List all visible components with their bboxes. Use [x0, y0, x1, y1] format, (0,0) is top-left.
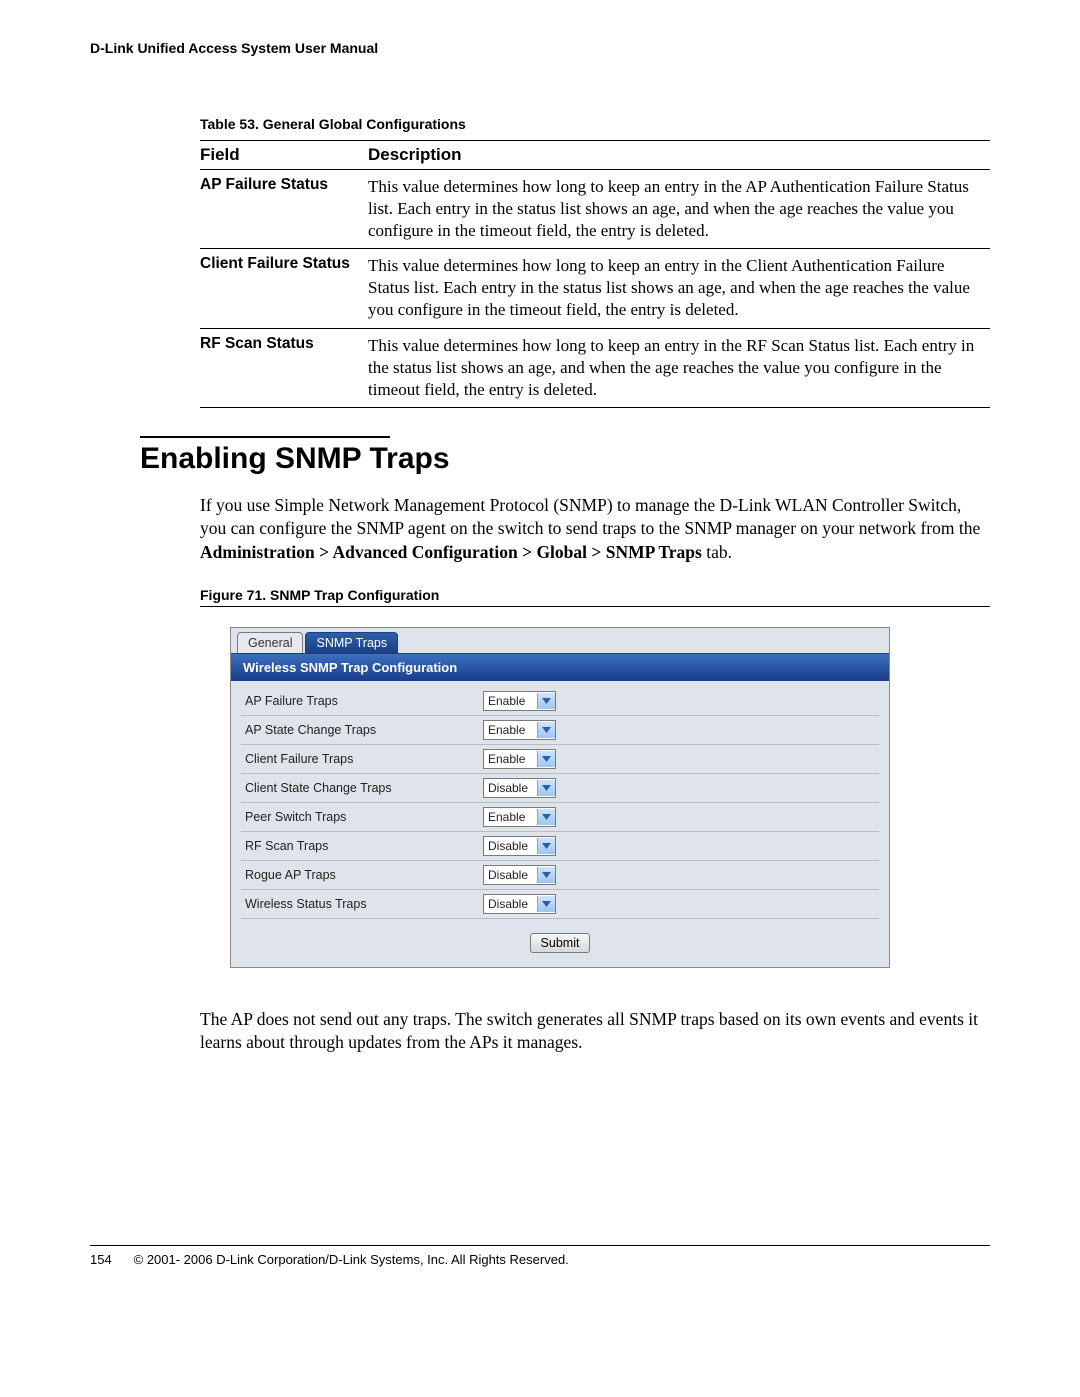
trap-table: AP Failure TrapsEnableAP State Change Tr… [241, 687, 879, 919]
running-header: D-Link Unified Access System User Manual [90, 40, 990, 56]
section-heading: Enabling SNMP Traps [140, 442, 990, 476]
chevron-down-icon[interactable] [537, 693, 555, 709]
copyright: © 2001- 2006 D-Link Corporation/D-Link S… [134, 1252, 569, 1267]
field-rf-scan-status: RF Scan Status [200, 328, 368, 407]
trap-select[interactable]: Enable [483, 691, 556, 711]
col-description: Description [368, 141, 990, 170]
trap-value-cell: Disable [479, 889, 879, 918]
trap-label: AP Failure Traps [241, 687, 479, 716]
trap-row: Rogue AP Traps Disable [241, 860, 879, 889]
chevron-down-icon[interactable] [537, 780, 555, 796]
trap-select-value: Enable [488, 694, 534, 708]
trap-select[interactable]: Disable [483, 778, 556, 798]
trap-label: AP State Change Traps [241, 715, 479, 744]
table-row: Client Failure Status This value determi… [200, 249, 990, 328]
trap-label: RF Scan Traps [241, 831, 479, 860]
trap-row: Peer Switch Traps Enable [241, 802, 879, 831]
desc-client-failure-status: This value determines how long to keep a… [368, 249, 990, 328]
submit-button[interactable]: Submit [530, 933, 591, 953]
trap-value-cell: Enable [479, 744, 879, 773]
table-caption-number: Table 53. [200, 116, 259, 132]
trap-label: Client State Change Traps [241, 773, 479, 802]
trap-select-value: Disable [488, 868, 534, 882]
desc-rf-scan-status: This value determines how long to keep a… [368, 328, 990, 407]
snmp-trap-panel: General SNMP Traps Wireless SNMP Trap Co… [230, 627, 890, 968]
trap-value-cell: Disable [479, 860, 879, 889]
outro-paragraph: The AP does not send out any traps. The … [200, 1008, 990, 1055]
panel-title: Wireless SNMP Trap Configuration [231, 653, 889, 681]
table-caption-title: General Global Configurations [263, 116, 466, 132]
table-row: RF Scan Status This value determines how… [200, 328, 990, 407]
tab-strip: General SNMP Traps [231, 628, 889, 653]
trap-value-cell: Disable [479, 831, 879, 860]
trap-label: Peer Switch Traps [241, 802, 479, 831]
trap-label: Client Failure Traps [241, 744, 479, 773]
chevron-down-icon[interactable] [537, 809, 555, 825]
intro-post: tab. [702, 542, 732, 562]
trap-select[interactable]: Disable [483, 894, 556, 914]
chevron-down-icon[interactable] [537, 896, 555, 912]
tab-snmp-traps[interactable]: SNMP Traps [305, 632, 398, 653]
trap-select-value: Disable [488, 781, 534, 795]
table-row: AP Failure Status This value determines … [200, 170, 990, 249]
trap-label: Wireless Status Traps [241, 889, 479, 918]
trap-value-cell: Enable [479, 802, 879, 831]
footer: 154 © 2001- 2006 D-Link Corporation/D-Li… [90, 1245, 990, 1267]
section-rule [140, 436, 390, 438]
trap-select-value: Enable [488, 810, 534, 824]
trap-select-value: Enable [488, 723, 534, 737]
trap-row: AP State Change Traps Enable [241, 715, 879, 744]
figure-caption: Figure 71. SNMP Trap Configuration [200, 587, 990, 607]
trap-select-value: Enable [488, 752, 534, 766]
col-field: Field [200, 141, 368, 170]
trap-select-value: Disable [488, 897, 534, 911]
trap-select[interactable]: Enable [483, 749, 556, 769]
trap-row: Wireless Status Traps Disable [241, 889, 879, 918]
intro-path: Administration > Advanced Configuration … [200, 542, 702, 562]
chevron-down-icon[interactable] [537, 751, 555, 767]
trap-select[interactable]: Enable [483, 720, 556, 740]
trap-select-value: Disable [488, 839, 534, 853]
intro-paragraph: If you use Simple Network Management Pro… [200, 494, 990, 565]
chevron-down-icon[interactable] [537, 867, 555, 883]
panel-body: AP Failure TrapsEnableAP State Change Tr… [231, 681, 889, 967]
trap-row: Client State Change Traps Disable [241, 773, 879, 802]
intro-pre: If you use Simple Network Management Pro… [200, 495, 980, 539]
trap-value-cell: Enable [479, 687, 879, 716]
trap-select[interactable]: Disable [483, 865, 556, 885]
trap-row: RF Scan Traps Disable [241, 831, 879, 860]
field-ap-failure-status: AP Failure Status [200, 170, 368, 249]
page-number: 154 [90, 1252, 130, 1267]
config-table: Field Description AP Failure Status This… [200, 140, 990, 408]
table-caption: Table 53. General Global Configurations [200, 116, 990, 132]
desc-ap-failure-status: This value determines how long to keep a… [368, 170, 990, 249]
chevron-down-icon[interactable] [537, 838, 555, 854]
trap-row: AP Failure Traps Enable [241, 687, 879, 716]
tab-general[interactable]: General [237, 632, 303, 653]
trap-row: Client Failure Traps Enable [241, 744, 879, 773]
chevron-down-icon[interactable] [537, 722, 555, 738]
trap-select[interactable]: Enable [483, 807, 556, 827]
field-client-failure-status: Client Failure Status [200, 249, 368, 328]
trap-select[interactable]: Disable [483, 836, 556, 856]
trap-label: Rogue AP Traps [241, 860, 479, 889]
trap-value-cell: Enable [479, 715, 879, 744]
trap-value-cell: Disable [479, 773, 879, 802]
